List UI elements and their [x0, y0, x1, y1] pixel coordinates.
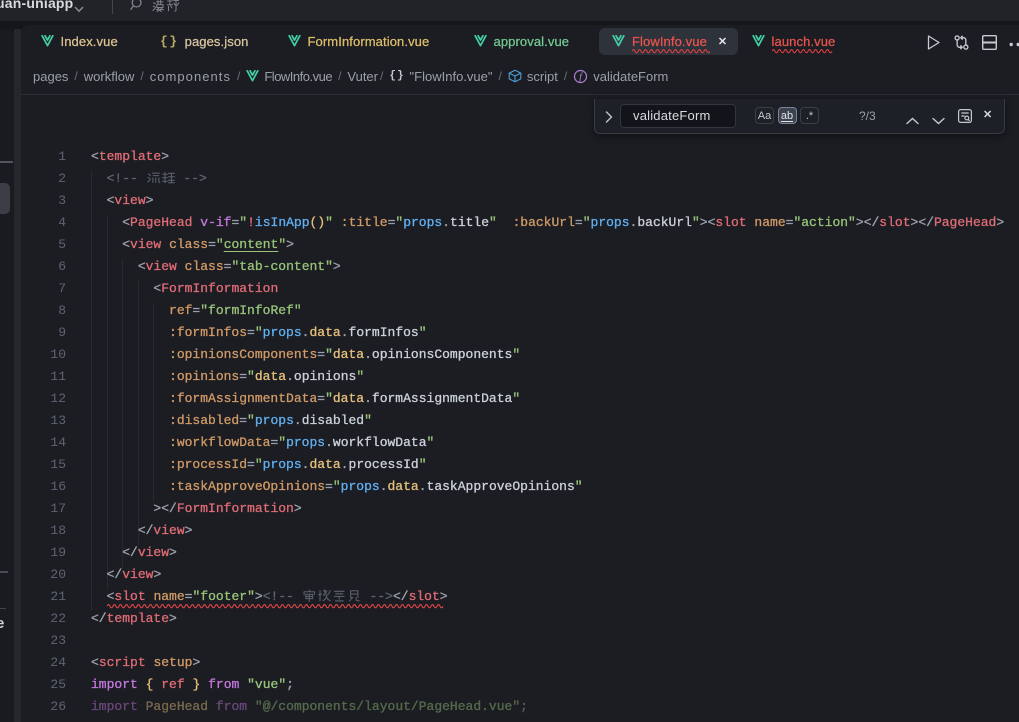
svg-text:f: f: [579, 71, 583, 82]
